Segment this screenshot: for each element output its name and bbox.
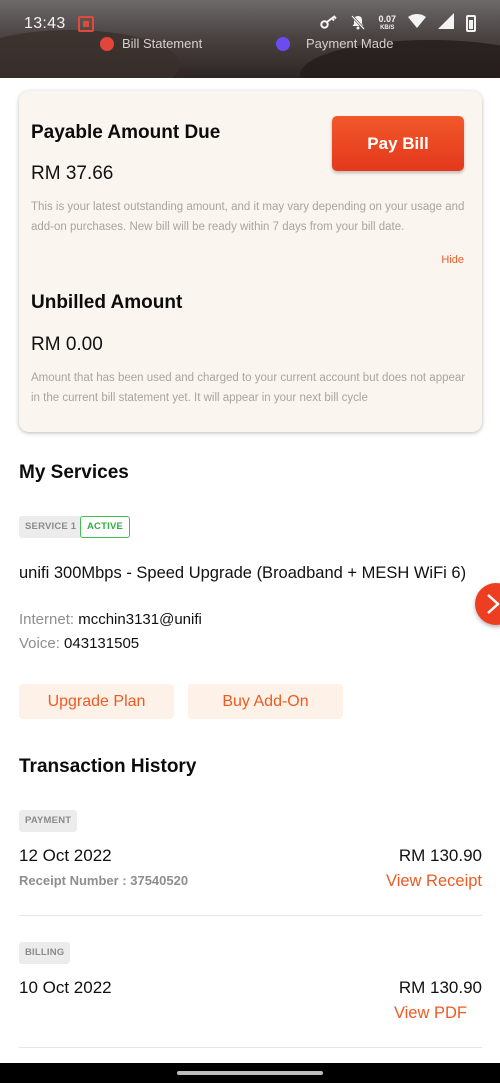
floating-action-button[interactable] — [475, 583, 500, 625]
voice-label: Voice: — [19, 635, 60, 652]
internet-label: Internet: — [19, 611, 75, 628]
payable-amount-title: Payable Amount Due — [31, 122, 221, 143]
transaction-type-tag: BILLING — [19, 942, 71, 964]
unbilled-amount-description: Amount that has been used and charged to… — [31, 372, 466, 404]
service-plan-name: unifi 300Mbps - Speed Upgrade (Broadband… — [19, 564, 467, 582]
divider — [19, 1047, 482, 1048]
network-speed: 0.07 KB/S — [378, 13, 396, 33]
network-speed-unit: KB/S — [380, 24, 395, 31]
transaction-amount: RM 130.90 — [398, 978, 482, 997]
status-time: 13:43 — [24, 14, 66, 32]
navigation-bar — [0, 1063, 500, 1083]
key-icon — [320, 14, 338, 33]
transaction-date: 10 Oct 2022 — [19, 978, 112, 997]
signal-icon — [438, 13, 454, 34]
hide-link[interactable]: Hide — [441, 254, 464, 266]
unbilled-amount-value: RM 0.00 — [31, 334, 103, 355]
app-notification-icon — [77, 15, 94, 32]
status-badge: ACTIVE — [80, 516, 131, 538]
status-bar: 13:43 0.07 KB/S — [0, 0, 500, 47]
upgrade-plan-button[interactable]: Upgrade Plan — [19, 684, 174, 719]
transaction-date: 12 Oct 2022 — [19, 846, 112, 865]
pay-bill-button[interactable]: Pay Bill — [332, 116, 464, 171]
voice-value: 043131505 — [64, 635, 140, 652]
divider — [19, 915, 482, 916]
my-services-title: My Services — [19, 462, 129, 483]
transaction-history-title: Transaction History — [19, 756, 197, 777]
voice-number-row: Voice: 043131505 — [19, 635, 139, 652]
home-gesture-handle[interactable] — [177, 1071, 323, 1075]
network-speed-value: 0.07 — [378, 13, 396, 24]
transaction-amount: RM 130.90 — [398, 846, 482, 865]
internet-value: mcchin3131@unifi — [78, 611, 202, 628]
unbilled-amount-title: Unbilled Amount — [31, 292, 183, 313]
view-receipt-link[interactable]: View Receipt — [386, 872, 482, 891]
service-tag: SERVICE 1 — [19, 516, 83, 538]
battery-icon — [466, 15, 476, 32]
amount-due-card: Payable Amount Due RM 37.66 Pay Bill Thi… — [19, 91, 482, 432]
internet-id-row: Internet: mcchin3131@unifi — [19, 611, 202, 628]
chevron-right-icon — [487, 594, 500, 614]
payable-amount-description: This is your latest outstanding amount, … — [31, 201, 465, 233]
view-pdf-link[interactable]: View PDF — [394, 1004, 467, 1023]
receipt-number: Receipt Number : 37540520 — [19, 873, 189, 888]
buy-add-on-button[interactable]: Buy Add-On — [188, 684, 343, 719]
wifi-icon — [408, 14, 426, 33]
transaction-type-tag: PAYMENT — [19, 810, 78, 832]
bell-off-icon — [350, 14, 366, 34]
payable-amount-value: RM 37.66 — [31, 163, 114, 184]
